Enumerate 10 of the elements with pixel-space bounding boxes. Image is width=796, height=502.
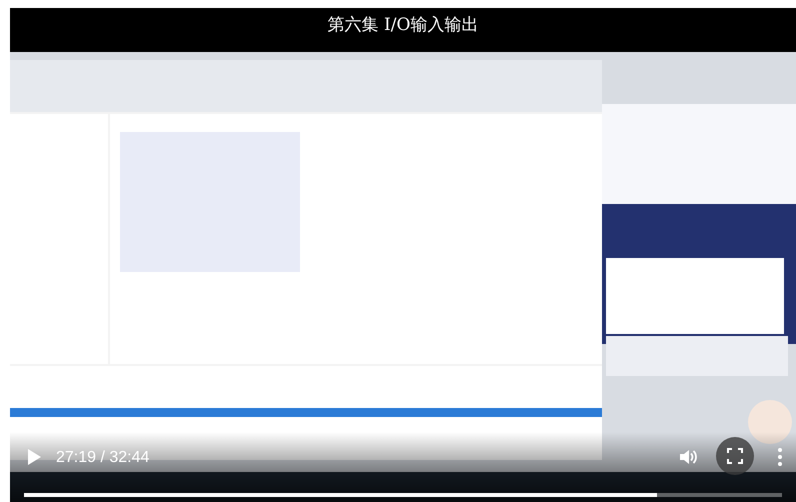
time-display: 27:19 / 32:44 bbox=[56, 448, 150, 468]
speaker-icon bbox=[678, 447, 698, 467]
play-icon bbox=[26, 448, 42, 466]
more-icon bbox=[778, 448, 782, 466]
play-button[interactable] bbox=[26, 448, 42, 466]
volume-button[interactable] bbox=[678, 447, 698, 467]
progress-bar[interactable] bbox=[24, 493, 782, 497]
fullscreen-icon bbox=[727, 448, 743, 464]
video-title: 第六集 I/O输入输出 bbox=[326, 14, 480, 37]
more-button[interactable] bbox=[778, 448, 782, 466]
